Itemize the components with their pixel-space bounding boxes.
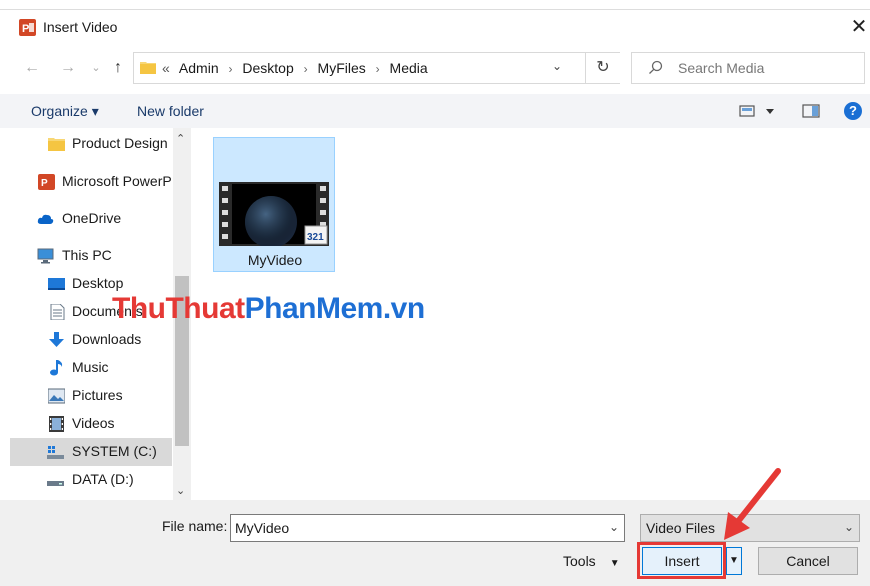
- powerpoint-icon: P: [38, 174, 55, 190]
- sidebar-item-pictures[interactable]: Pictures: [10, 382, 172, 410]
- drive-icon: [47, 446, 64, 459]
- address-bar[interactable]: « Admin › Desktop › MyFiles › Media ⌄: [133, 52, 620, 84]
- window-title: Insert Video: [43, 19, 118, 35]
- command-bar: Organize ▾ New folder ?: [0, 94, 870, 128]
- insert-options-button[interactable]: ▼: [726, 547, 742, 575]
- scroll-up-icon[interactable]: ⌃: [176, 132, 185, 145]
- chevron-right-icon[interactable]: ›: [229, 62, 233, 76]
- videos-icon: [49, 416, 64, 432]
- watermark-part1: ThuThuat: [112, 292, 245, 325]
- video-file-icon: 321: [219, 182, 329, 246]
- drive-icon: [47, 481, 64, 486]
- refresh-button[interactable]: ↻: [585, 52, 620, 84]
- chevron-down-icon[interactable]: ⌄: [552, 59, 562, 73]
- help-button[interactable]: ?: [844, 102, 862, 120]
- computer-icon: [37, 248, 54, 264]
- scroll-down-icon[interactable]: ⌄: [176, 484, 185, 497]
- sidebar-item-label: SYSTEM (C:): [72, 443, 157, 459]
- chevron-right-icon[interactable]: ›: [376, 62, 380, 76]
- new-folder-button[interactable]: New folder: [137, 103, 204, 119]
- sidebar-item-videos[interactable]: Videos: [10, 410, 172, 438]
- folder-icon: [140, 62, 156, 74]
- powerpoint-icon: P: [19, 19, 36, 36]
- organize-button[interactable]: Organize ▾: [31, 103, 99, 120]
- sidebar-item-label: Product Design: [72, 135, 168, 151]
- search-placeholder: Search Media: [678, 60, 765, 76]
- chevron-right-icon[interactable]: ›: [304, 62, 308, 76]
- caret-down-icon: ▼: [609, 558, 620, 569]
- sidebar-item-label: Music: [72, 359, 109, 375]
- sidebar-item-label: Downloads: [72, 331, 142, 347]
- file-name-label: File name:: [162, 518, 228, 534]
- breadcrumb-admin[interactable]: Admin: [179, 60, 219, 76]
- preview-pane-icon[interactable]: [802, 103, 820, 119]
- breadcrumb-myfiles[interactable]: MyFiles: [318, 60, 366, 76]
- sidebar-item-music[interactable]: Music: [10, 354, 172, 382]
- file-badge: 321: [307, 232, 324, 243]
- watermark: ThuThuatPhanMem.vn: [112, 292, 425, 326]
- chevron-down-icon[interactable]: ⌄: [844, 520, 854, 534]
- sidebar-item-label: OneDrive: [62, 210, 122, 226]
- file-item-myvideo[interactable]: 321 MyVideo: [213, 137, 335, 272]
- svg-text:P: P: [41, 178, 48, 189]
- cancel-button[interactable]: Cancel: [758, 547, 858, 575]
- tools-button[interactable]: Tools ▼: [563, 553, 620, 569]
- download-icon: [49, 332, 64, 347]
- svg-text:P: P: [22, 23, 29, 35]
- music-icon: [50, 360, 63, 376]
- cloud-icon: [37, 214, 54, 224]
- file-name-field[interactable]: MyVideo ⌄: [230, 514, 625, 542]
- sidebar-item-label: This PC: [62, 247, 112, 263]
- tools-label: Tools: [563, 553, 596, 569]
- sidebar-item-product-design[interactable]: Product Design: [10, 130, 172, 158]
- breadcrumb: « Admin › Desktop › MyFiles › Media: [162, 60, 434, 76]
- file-name: MyVideo: [247, 252, 303, 268]
- sidebar-item-label: Desktop: [72, 275, 124, 291]
- chevron-down-icon[interactable]: ⌄: [609, 520, 619, 534]
- recent-locations-button[interactable]: ⌄: [86, 58, 106, 78]
- sidebar-item-label: Pictures: [72, 387, 123, 403]
- file-type-value: Video Files: [646, 520, 716, 536]
- change-view-icon[interactable]: [739, 103, 777, 119]
- close-button[interactable]: ✕: [848, 16, 870, 38]
- up-button[interactable]: ↑: [108, 58, 128, 78]
- sidebar-item-this-pc[interactable]: This PC: [10, 242, 172, 270]
- pictures-icon: [48, 388, 65, 404]
- search-input[interactable]: Search Media: [631, 52, 865, 84]
- sidebar-item-label: Videos: [72, 415, 115, 431]
- forward-button[interactable]: →: [58, 58, 78, 78]
- title-bar: P Insert Video ✕: [0, 10, 870, 44]
- breadcrumb-desktop[interactable]: Desktop: [242, 60, 293, 76]
- sidebar-item-label: Microsoft PowerP: [62, 173, 172, 189]
- document-icon: [50, 304, 65, 320]
- insert-button[interactable]: Insert: [642, 547, 722, 575]
- top-edge: [0, 0, 870, 10]
- sidebar-item-data-d[interactable]: DATA (D:): [10, 466, 172, 494]
- sidebar-item-system-c[interactable]: SYSTEM (C:): [10, 438, 172, 466]
- desktop-icon: [48, 278, 65, 290]
- sidebar-item-onedrive[interactable]: OneDrive: [10, 205, 172, 233]
- search-icon: [649, 60, 663, 74]
- red-arrow-annotation: [724, 468, 781, 540]
- sidebar-item-microsoft-powerpoint[interactable]: P Microsoft PowerP: [10, 168, 172, 196]
- file-name-value: MyVideo: [235, 520, 290, 536]
- sidebar-item-downloads[interactable]: Downloads: [10, 326, 172, 354]
- breadcrumb-overflow[interactable]: «: [162, 60, 170, 76]
- breadcrumb-media[interactable]: Media: [390, 60, 428, 76]
- folder-icon: [48, 138, 65, 151]
- sidebar-item-label: DATA (D:): [72, 471, 134, 487]
- back-button[interactable]: ←: [22, 58, 42, 78]
- watermark-part2: PhanMem.vn: [244, 292, 426, 325]
